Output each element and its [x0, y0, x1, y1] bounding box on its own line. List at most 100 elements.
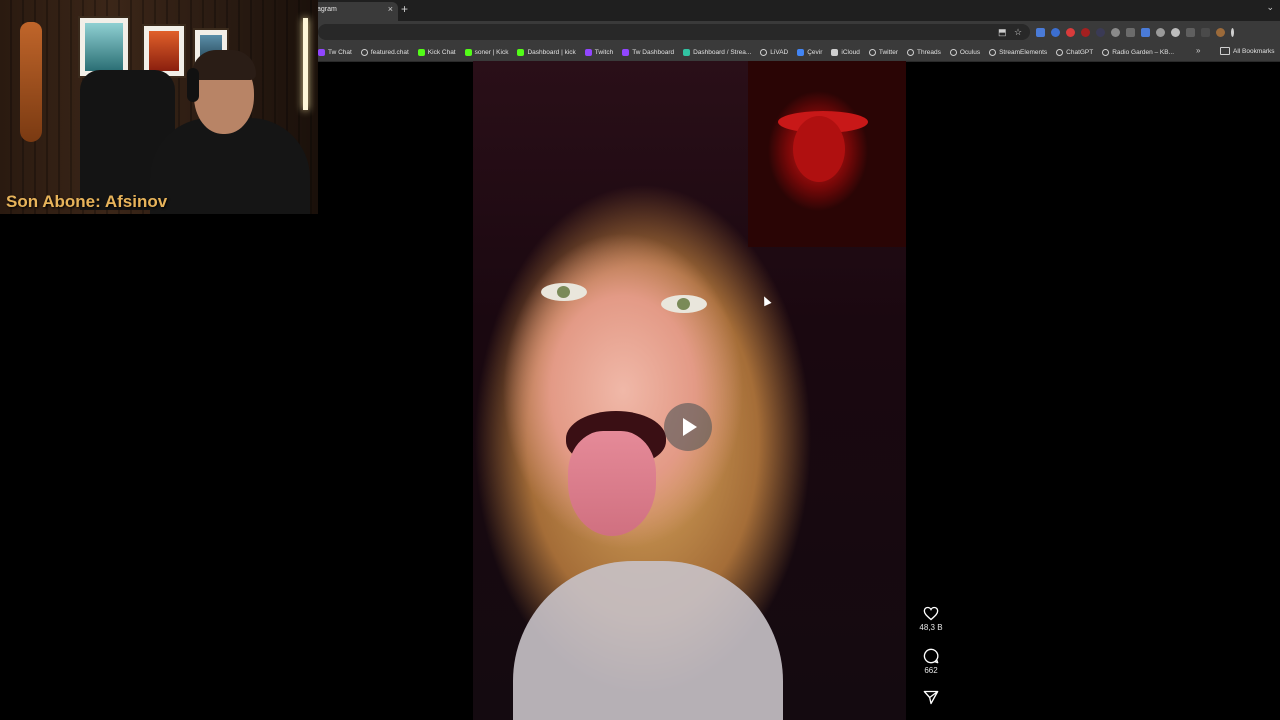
webcam-overlay: Son Abone: Afsinov	[0, 0, 318, 214]
heart-icon	[923, 606, 939, 621]
profile-avatar[interactable]	[1216, 27, 1225, 37]
kick-icon	[417, 48, 425, 56]
reel-shirt	[513, 561, 783, 720]
globe-icon	[1056, 48, 1064, 56]
bookmark-label: soner | Kick	[474, 48, 509, 56]
globe-icon	[907, 48, 914, 56]
globe-icon	[989, 48, 997, 56]
bookmark-star-icon[interactable]: ☆	[1014, 27, 1022, 38]
bookmark-label: Çevir	[807, 48, 823, 56]
bookmark-label: iCloud	[841, 48, 860, 56]
comment-icon	[923, 648, 939, 664]
twitch-icon	[584, 48, 592, 56]
translate-icon	[797, 48, 805, 56]
reel-eye-left	[541, 283, 587, 301]
bookmark-item[interactable]: Çevir	[797, 48, 823, 56]
bookmark-item[interactable]: Tw Dashboard	[622, 48, 675, 56]
reel-tongue	[568, 431, 656, 536]
bookmark-label: Dashboard / Strea...	[693, 48, 752, 56]
send-icon	[923, 690, 939, 705]
kebab-menu-icon[interactable]	[1231, 27, 1234, 37]
bookmark-label: Twitch	[594, 48, 614, 56]
reel-video[interactable]	[473, 61, 906, 720]
bookmark-item[interactable]: Oculus	[949, 48, 980, 56]
bookmark-label: Twitter	[878, 48, 898, 56]
extension-icon[interactable]	[1036, 27, 1045, 37]
twitch-icon	[318, 48, 325, 56]
bookmark-item[interactable]: Kick Chat	[417, 48, 456, 56]
extension-icon[interactable]	[1126, 27, 1135, 37]
streamer-hair	[192, 50, 256, 80]
globe-icon	[1102, 48, 1110, 56]
extension-icon[interactable]	[1141, 27, 1150, 37]
bookmark-label: ChatGPT	[1066, 48, 1094, 56]
kick-icon	[464, 48, 472, 56]
bookmarks-overflow-icon[interactable]: »	[1196, 46, 1200, 55]
bookmark-label: featured.chat	[370, 48, 409, 56]
address-bar[interactable]: ⬒ ☆	[318, 24, 1030, 40]
bookmark-label: Threads	[917, 48, 941, 56]
bookmark-item[interactable]: featured.chat	[360, 48, 409, 56]
reading-list-icon[interactable]	[1201, 27, 1210, 37]
bookmark-label: Tw Dashboard	[632, 48, 675, 56]
comment-count: 662	[924, 666, 938, 675]
shield-icon[interactable]	[1171, 27, 1180, 37]
neon-light	[303, 18, 308, 110]
like-button[interactable]: 48,3 B	[911, 606, 951, 632]
bookmark-label: Tw Chat	[328, 48, 352, 56]
extension-icon[interactable]	[1081, 27, 1090, 37]
globe-icon	[360, 48, 368, 56]
active-tab[interactable]: agram ×	[306, 2, 398, 21]
bookmark-item[interactable]: ChatGPT	[1056, 48, 1094, 56]
like-count: 48,3 B	[919, 623, 943, 632]
bookmark-item[interactable]: Twitter	[868, 48, 898, 56]
pip-face	[793, 116, 845, 182]
extensions-area	[1036, 26, 1234, 38]
bookmark-label: LiVAD	[770, 48, 789, 56]
all-bookmarks-label: All Bookmarks	[1233, 47, 1275, 55]
folder-icon	[1220, 47, 1230, 55]
bookmark-item[interactable]: iCloud	[831, 48, 860, 56]
reel-eye-right	[661, 295, 707, 313]
play-button[interactable]	[664, 403, 712, 451]
wall-frame	[78, 16, 130, 78]
globe-icon	[760, 48, 768, 56]
latest-subscriber-label: Son Abone: Afsinov	[6, 192, 168, 211]
puzzle-icon[interactable]	[1186, 27, 1195, 37]
bookmark-label: Radio Garden – KB...	[1112, 48, 1175, 56]
bookmark-item[interactable]: Radio Garden – KB...	[1102, 48, 1175, 56]
bookmark-label: Kick Chat	[427, 48, 456, 56]
tab-title: agram	[317, 6, 337, 13]
bookmark-item[interactable]: Dashboard / Strea...	[683, 48, 752, 56]
bookmark-label: StreamElements	[999, 48, 1048, 56]
bookmark-item[interactable]: Threads	[907, 48, 941, 56]
streamlabs-icon	[683, 48, 691, 56]
new-tab-icon[interactable]: +	[401, 2, 408, 16]
install-icon[interactable]: ⬒	[998, 27, 1007, 38]
bookmark-item[interactable]: Tw Chat	[318, 48, 352, 56]
extension-icon[interactable]	[1156, 27, 1165, 37]
bookmark-item[interactable]: LiVAD	[760, 48, 789, 56]
comment-button[interactable]: 662	[911, 648, 951, 675]
guitar-image	[20, 22, 42, 142]
globe-icon	[868, 48, 876, 56]
bookmark-item[interactable]: soner | Kick	[464, 48, 509, 56]
bookmark-item[interactable]: Twitch	[584, 48, 614, 56]
extension-icon[interactable]	[1066, 27, 1075, 37]
bookmark-label: Dashboard | kick	[527, 48, 576, 56]
headphones-icon	[187, 68, 199, 102]
extension-icon[interactable]	[1096, 27, 1105, 37]
extension-icon[interactable]	[1111, 27, 1120, 37]
tab-close-icon[interactable]: ×	[388, 4, 393, 14]
globe-icon	[949, 48, 957, 56]
tab-search-icon[interactable]: ⌄	[1266, 2, 1274, 13]
twitch-icon	[622, 48, 630, 56]
all-bookmarks-button[interactable]: All Bookmarks	[1220, 47, 1275, 55]
extension-icon[interactable]	[1051, 27, 1060, 37]
bookmark-item[interactable]: StreamElements	[989, 48, 1048, 56]
share-button[interactable]	[911, 690, 951, 705]
bookmark-list: Tw Chat featured.chat Kick Chat soner | Kic…	[318, 43, 1174, 61]
bookmark-item[interactable]: Dashboard | kick	[517, 48, 576, 56]
kick-icon	[517, 48, 525, 56]
apple-icon	[831, 48, 839, 56]
